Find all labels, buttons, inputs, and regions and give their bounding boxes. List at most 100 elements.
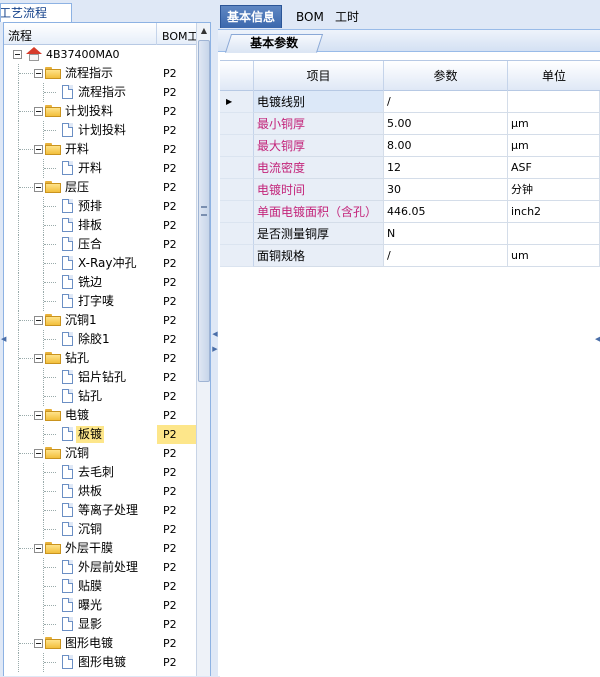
tree-node[interactable]: 排板 P2 bbox=[4, 216, 196, 235]
collapse-right-arrow-icon[interactable]: ◀ bbox=[595, 335, 600, 343]
tree-guide-line bbox=[19, 73, 33, 74]
tree-node[interactable]: X-Ray冲孔 P2 bbox=[4, 254, 196, 273]
row-selector[interactable] bbox=[220, 113, 254, 135]
collapse-toggle-icon[interactable] bbox=[34, 411, 43, 420]
folder-icon bbox=[45, 352, 61, 364]
grid-row[interactable]: 面铜规格 / um bbox=[220, 245, 600, 267]
row-selector[interactable] bbox=[220, 245, 254, 267]
collapse-toggle-icon[interactable] bbox=[34, 449, 43, 458]
tree-node[interactable]: 铝片钻孔 P2 bbox=[4, 368, 196, 387]
tree-node[interactable]: 计划投料 P2 bbox=[4, 102, 196, 121]
cell-param[interactable]: N bbox=[384, 223, 508, 245]
tree-guide-line bbox=[18, 292, 19, 311]
grid-row[interactable]: ▶ 电镀线别 / bbox=[220, 91, 600, 113]
grid-row[interactable]: 最小铜厚 5.00 μm bbox=[220, 113, 600, 135]
tree-node[interactable]: 层压 P2 bbox=[4, 178, 196, 197]
cell-unit bbox=[508, 223, 600, 245]
tree-node[interactable]: 图形电镀 P2 bbox=[4, 634, 196, 653]
tree-node[interactable]: 除胶1 P2 bbox=[4, 330, 196, 349]
cell-unit bbox=[508, 91, 600, 113]
cell-param[interactable]: 5.00 bbox=[384, 113, 508, 135]
row-selector[interactable] bbox=[220, 223, 254, 245]
tree-node[interactable]: 钻孔 P2 bbox=[4, 349, 196, 368]
collapse-toggle-icon[interactable] bbox=[34, 354, 43, 363]
tree-guide-line bbox=[44, 434, 56, 435]
tree-node[interactable]: 流程指示 P2 bbox=[4, 83, 196, 102]
tree-node[interactable]: 外层前处理 P2 bbox=[4, 558, 196, 577]
tree-node[interactable]: 沉铜 P2 bbox=[4, 444, 196, 463]
tree-node[interactable]: 图形电镀 P2 bbox=[4, 653, 196, 672]
tree-node[interactable]: 压合 P2 bbox=[4, 235, 196, 254]
grid-row[interactable]: 是否测量铜厚 N bbox=[220, 223, 600, 245]
tree-node[interactable]: 钻孔 P2 bbox=[4, 387, 196, 406]
tree-scrollbar[interactable]: ▲ bbox=[196, 23, 210, 676]
collapse-toggle-icon[interactable] bbox=[34, 639, 43, 648]
folder-icon bbox=[45, 67, 61, 79]
tree-node-bom: P2 bbox=[163, 523, 177, 536]
collapse-toggle-icon[interactable] bbox=[34, 544, 43, 553]
tree-node[interactable]: 计划投料 P2 bbox=[4, 121, 196, 140]
grid-row[interactable]: 电镀时间 30 分钟 bbox=[220, 179, 600, 201]
row-selector[interactable] bbox=[220, 135, 254, 157]
grid-row[interactable]: 最大铜厚 8.00 μm bbox=[220, 135, 600, 157]
collapse-toggle-icon[interactable] bbox=[34, 183, 43, 192]
tree-node[interactable]: 预排 P2 bbox=[4, 197, 196, 216]
cell-param[interactable]: 8.00 bbox=[384, 135, 508, 157]
cell-param[interactable]: 12 bbox=[384, 157, 508, 179]
tab-process-flow[interactable]: 工艺流程 bbox=[0, 3, 72, 22]
collapse-toggle-icon[interactable] bbox=[34, 69, 43, 78]
cell-param[interactable]: 30 bbox=[384, 179, 508, 201]
scroll-thumb[interactable] bbox=[198, 40, 210, 382]
tree-node[interactable]: 打字唛 P2 bbox=[4, 292, 196, 311]
doc-icon bbox=[62, 256, 73, 270]
tree-node-label: 图形电镀 bbox=[65, 636, 114, 650]
collapse-toggle-icon[interactable] bbox=[34, 145, 43, 154]
tree-node-bom: P2 bbox=[163, 257, 177, 270]
row-selector[interactable] bbox=[220, 201, 254, 223]
cell-param[interactable]: 446.05 bbox=[384, 201, 508, 223]
tree-node[interactable]: 开料 P2 bbox=[4, 159, 196, 178]
row-selector[interactable]: ▶ bbox=[220, 91, 254, 113]
column-header-item[interactable]: 项目 bbox=[254, 61, 384, 91]
tree-guide-line bbox=[19, 548, 33, 549]
tree-node[interactable]: 烘板 P2 bbox=[4, 482, 196, 501]
tree-node[interactable]: 铣边 P2 bbox=[4, 273, 196, 292]
cell-param[interactable]: / bbox=[384, 245, 508, 267]
tree-node[interactable]: 贴膜 P2 bbox=[4, 577, 196, 596]
collapse-toggle-icon[interactable] bbox=[13, 50, 22, 59]
tree-guide-line bbox=[44, 263, 56, 264]
column-header-unit[interactable]: 单位 bbox=[508, 61, 600, 91]
tab-basic-info[interactable]: 基本信息 bbox=[220, 5, 283, 28]
row-selector[interactable] bbox=[220, 157, 254, 179]
grid-row[interactable]: 单面电镀面积（含孔） 446.05 inch2 bbox=[220, 201, 600, 223]
cell-param[interactable]: / bbox=[384, 91, 508, 113]
collapse-toggle-icon[interactable] bbox=[34, 316, 43, 325]
tree-guide-line bbox=[44, 491, 56, 492]
tab-work-hours[interactable]: 工时 bbox=[329, 6, 365, 28]
tree-node[interactable]: 曝光 P2 bbox=[4, 596, 196, 615]
tree-node-label: 开料 bbox=[78, 161, 103, 175]
tree-node[interactable]: 开料 P2 bbox=[4, 140, 196, 159]
collapse-toggle-icon[interactable] bbox=[34, 107, 43, 116]
tree-node[interactable]: 电镀 P2 bbox=[4, 406, 196, 425]
subtab-basic-params[interactable]: 基本参数 bbox=[224, 34, 324, 53]
row-selector[interactable] bbox=[220, 179, 254, 201]
column-header-param[interactable]: 参数 bbox=[384, 61, 508, 91]
tree-node[interactable]: 沉铜 P2 bbox=[4, 520, 196, 539]
tree-node[interactable]: 流程指示 P2 bbox=[4, 64, 196, 83]
tree-node[interactable]: 4B37400MA0 bbox=[4, 45, 196, 64]
tree-node[interactable]: 显影 P2 bbox=[4, 615, 196, 634]
tree-header: 流程 BOM工 bbox=[4, 23, 196, 45]
tree-guide-line bbox=[18, 596, 19, 615]
tree-node[interactable]: 沉铜1 P2 bbox=[4, 311, 196, 330]
scroll-up-arrow-icon[interactable]: ▲ bbox=[197, 23, 210, 39]
tree-node[interactable]: 板镀 P2 bbox=[4, 425, 196, 444]
tree-node[interactable]: 去毛刺 P2 bbox=[4, 463, 196, 482]
tab-bom[interactable]: BOM bbox=[290, 6, 330, 28]
tree-node[interactable]: 外层干膜 P2 bbox=[4, 539, 196, 558]
tree-guide-line bbox=[19, 358, 33, 359]
collapse-left-arrow-icon[interactable]: ◀ bbox=[1, 335, 6, 343]
tree-guide-line bbox=[44, 130, 56, 131]
tree-node[interactable]: 等离子处理 P2 bbox=[4, 501, 196, 520]
grid-row[interactable]: 电流密度 12 ASF bbox=[220, 157, 600, 179]
